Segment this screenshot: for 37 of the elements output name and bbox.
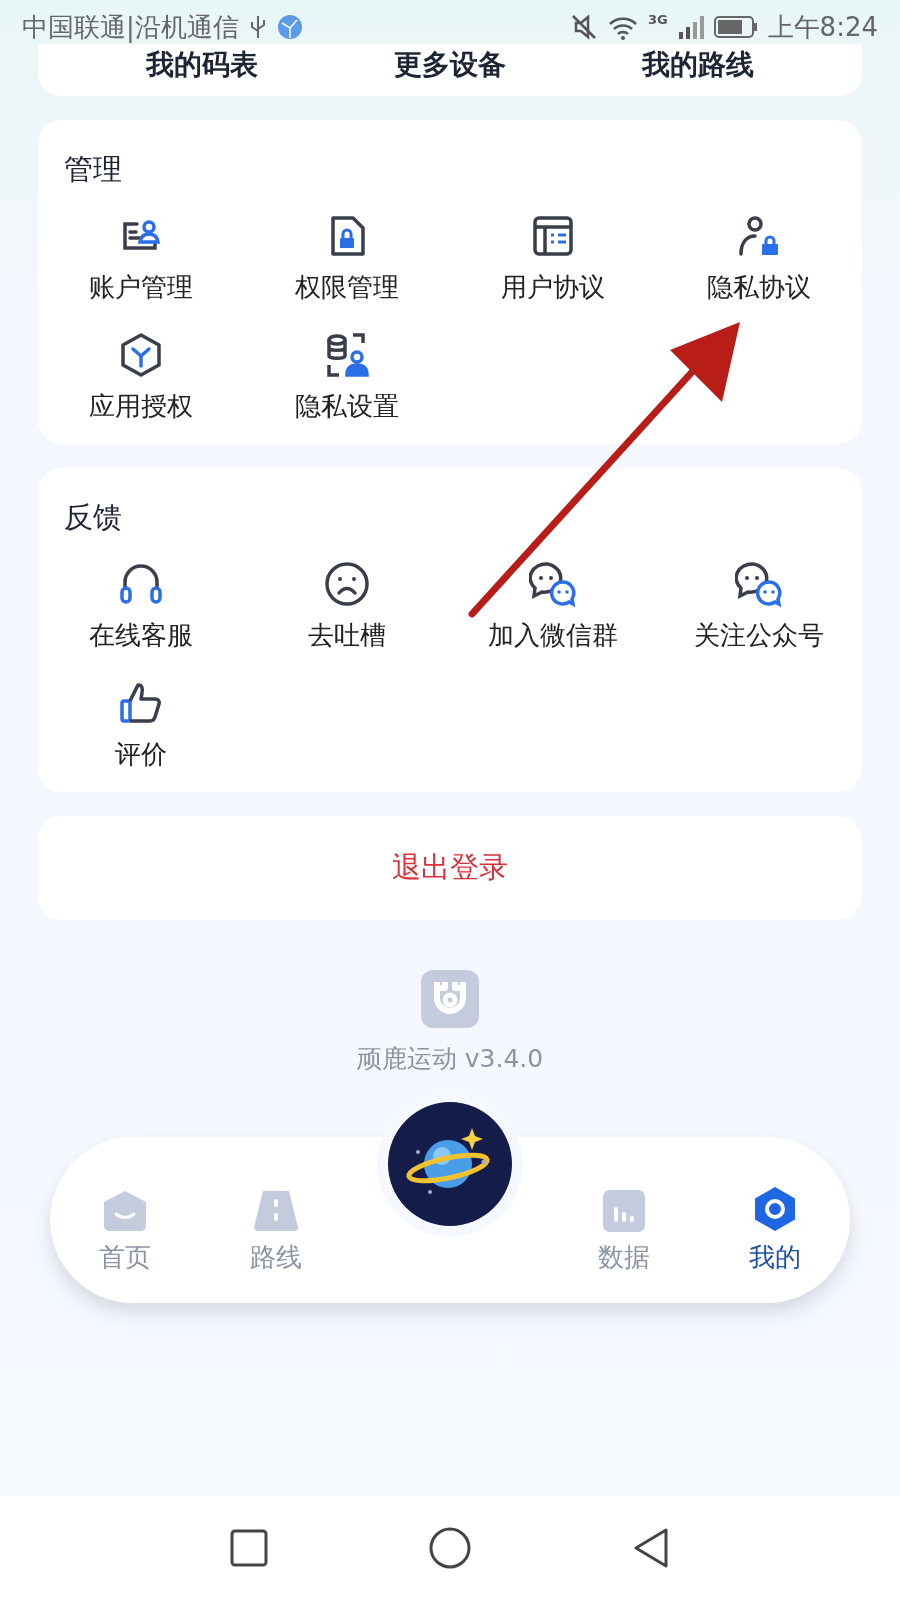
section-title: 管理 (64, 151, 122, 188)
bar-chart-icon (600, 1190, 647, 1232)
menu-item-label[interactable]: 评价 (115, 737, 167, 772)
home-icon (102, 1190, 149, 1232)
tab[interactable]: 我的 (699, 1186, 850, 1275)
signal-icon (677, 14, 704, 40)
road-icon (253, 1190, 300, 1232)
planet-button[interactable] (388, 1102, 512, 1226)
section-title: 反馈 (64, 499, 122, 536)
menu-item-label[interactable]: 去吐槽 (308, 618, 386, 653)
recent-apps-button[interactable] (230, 1529, 269, 1567)
menu-item-label[interactable]: 权限管理 (295, 270, 399, 305)
logout-button[interactable]: 退出登录 (38, 816, 862, 920)
battery-icon (713, 15, 758, 39)
usb-icon (248, 14, 267, 40)
globe-icon (276, 14, 303, 40)
menu-item-label[interactable]: 加入微信群 (488, 618, 618, 653)
menu-item-label[interactable]: 用户协议 (501, 270, 605, 305)
menu-item-label[interactable]: 隐私设置 (295, 389, 399, 424)
home-button[interactable] (429, 1527, 471, 1569)
chat-bubbles-icon[interactable] (735, 560, 783, 608)
sad-face-icon[interactable] (323, 560, 371, 608)
app-version: 顽鹿运动 v3.4.0 (356, 1043, 544, 1075)
top-link[interactable]: 我的码表 (146, 46, 258, 84)
network-type: 3G (647, 12, 668, 27)
chat-bubbles-icon[interactable] (529, 560, 577, 608)
menu-item-label[interactable]: 关注公众号 (694, 618, 824, 653)
mute-icon (569, 13, 598, 41)
carrier-name: 中国联通|沿机通信 (22, 10, 239, 45)
menu-item-label[interactable]: 隐私协议 (707, 270, 811, 305)
top-link[interactable]: 我的路线 (642, 46, 754, 84)
clock-time: 上午8:24 (767, 10, 878, 44)
top-link[interactable]: 更多设备 (394, 46, 506, 84)
menu-item-label[interactable]: 在线客服 (89, 618, 193, 653)
menu-item-label[interactable]: 账户管理 (89, 270, 193, 305)
menu-item-label[interactable]: 应用授权 (89, 389, 193, 424)
app-logo (421, 970, 479, 1028)
